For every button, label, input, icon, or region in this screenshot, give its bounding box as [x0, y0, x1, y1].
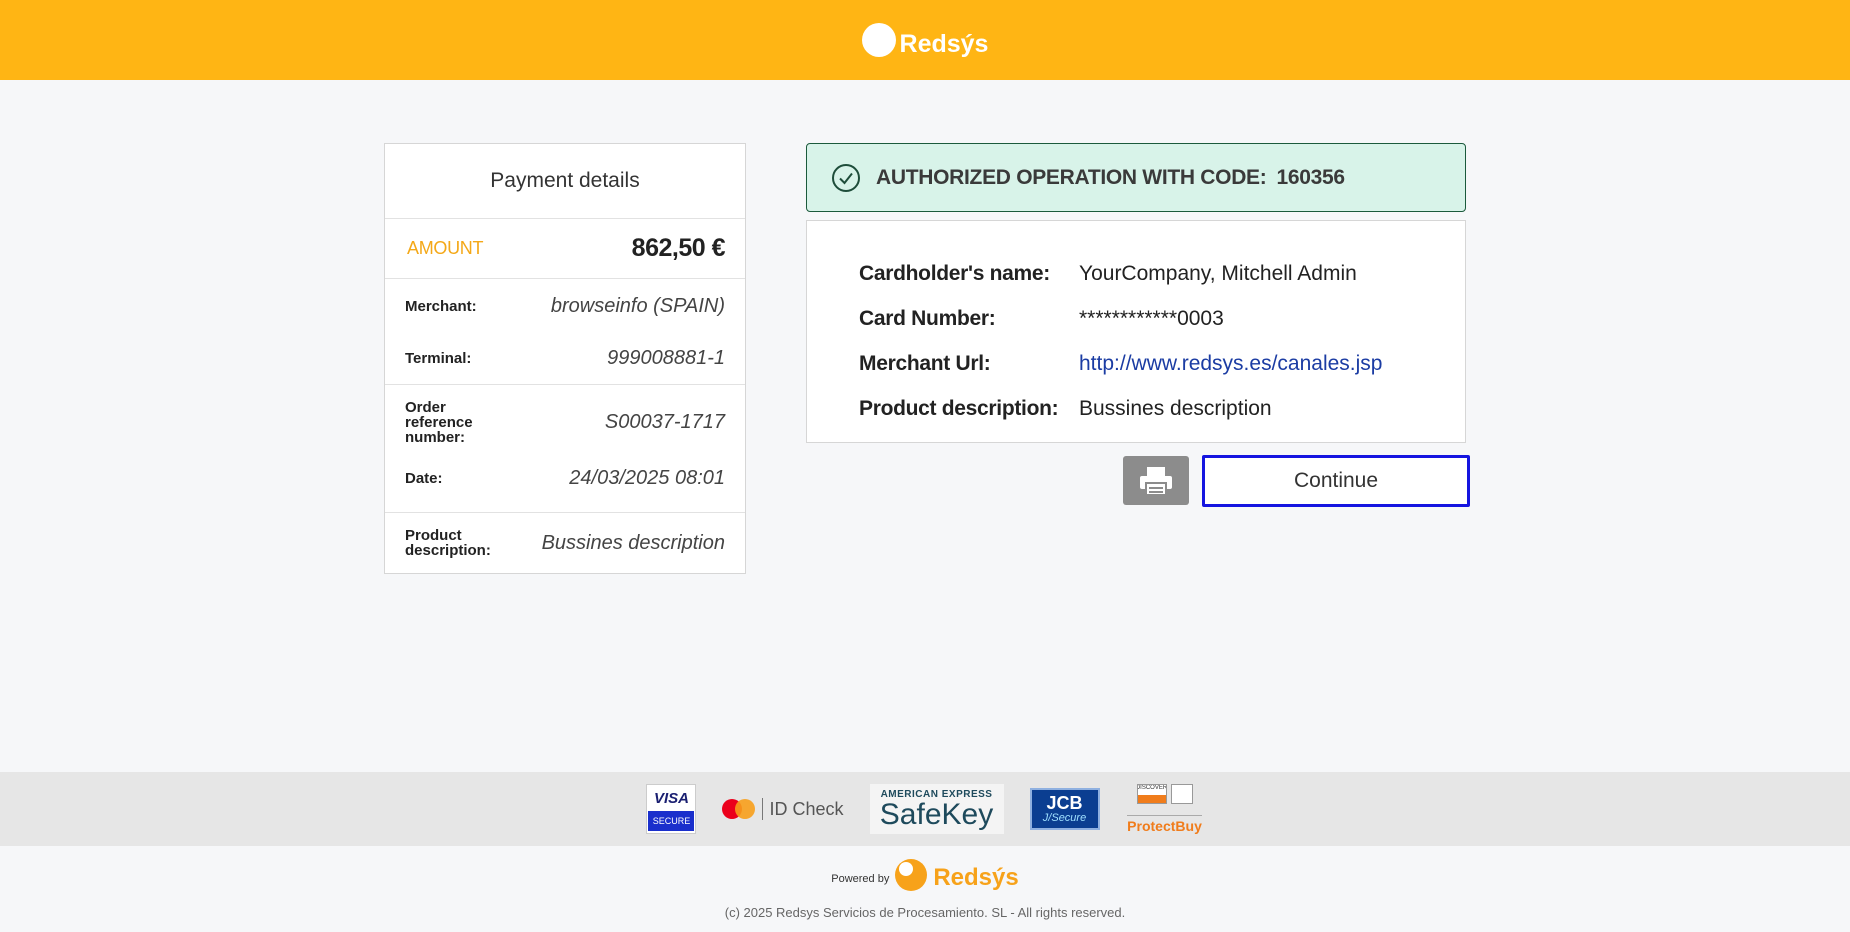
- amount-label: AMOUNT: [407, 238, 484, 258]
- order-value: S00037-1717: [604, 410, 725, 433]
- merchant-label: Merchant:: [405, 297, 477, 315]
- redsys-footer-icon: [895, 859, 928, 891]
- jcb-text: JCB: [1046, 793, 1083, 813]
- terminal-row: Terminal: 999008881-1: [405, 343, 725, 373]
- payment-details-card: Payment details AMOUNT 862,50 € Merchant…: [384, 143, 746, 574]
- card-number-label: Card Number:: [859, 306, 996, 330]
- redsys-footer-text: Redsýs: [933, 864, 1019, 891]
- info-row-product: Product description: Bussines descriptio…: [859, 386, 1465, 431]
- card-brands-bar: VISA SECURE ID Check AMERICAN EXPRESS Sa…: [0, 772, 1850, 846]
- copyright-text: (c) 2025 Redsys Servicios de Procesamien…: [724, 905, 1126, 920]
- terminal-label: Terminal:: [405, 349, 472, 367]
- date-label: Date:: [405, 469, 443, 487]
- amount-value: 862,50 €: [631, 234, 726, 262]
- product-value: Bussines description: [541, 531, 725, 554]
- powered-by-label: Powered by: [831, 873, 890, 885]
- product-description-value: Bussines description: [1079, 396, 1272, 420]
- merchant-row: Merchant: browseinfo (SPAIN): [405, 291, 725, 321]
- order-row: Order reference number: S00037-1717: [405, 399, 725, 445]
- cardholder-value: YourCompany, Mitchell Admin: [1079, 261, 1357, 285]
- redsys-logo-text: Redsýs: [899, 29, 989, 58]
- info-row-merchant-url: Merchant Url: http://www.redsys.es/canal…: [859, 341, 1465, 386]
- protectbuy-text: ProtectBuy: [1127, 815, 1202, 834]
- info-row-cardholder: Cardholder's name: YourCompany, Mitchell…: [859, 251, 1465, 296]
- discover-protectbuy-logo: DISCOVER ProtectBuy: [1126, 784, 1204, 834]
- date-value: 24/03/2025 08:01: [569, 466, 725, 489]
- diners-icon: [1170, 784, 1193, 804]
- mastercard-id-check-logo: ID Check: [722, 798, 844, 820]
- info-row-card-number: Card Number: ************0003: [859, 296, 1465, 341]
- order-group: Order reference number: S00037-1717 Date…: [385, 385, 745, 513]
- payment-details-title: Payment details: [385, 144, 745, 219]
- top-header: Redsýs: [0, 0, 1850, 80]
- visa-secure-text: SECURE: [648, 811, 695, 831]
- merchant-value: browseinfo (SPAIN): [550, 294, 725, 317]
- transaction-info-card: Cardholder's name: YourCompany, Mitchell…: [806, 220, 1466, 443]
- jcb-secure-logo: JCB J/Secure: [1029, 788, 1100, 830]
- mastercard-icon: [722, 799, 756, 819]
- cardholder-label: Cardholder's name:: [859, 261, 1050, 285]
- product-description-label: Product description:: [859, 396, 1059, 420]
- visa-logo-text: VISA: [653, 790, 689, 807]
- visa-secure-logo: VISA SECURE: [646, 784, 697, 834]
- terminal-value: 999008881-1: [607, 346, 725, 369]
- product-label: Product description:: [405, 527, 491, 559]
- order-label: Order reference number:: [405, 398, 473, 446]
- discover-icon: DISCOVER: [1136, 784, 1167, 804]
- merchant-group: Merchant: browseinfo (SPAIN) Terminal: 9…: [385, 279, 745, 385]
- id-check-text: ID Check: [769, 798, 844, 819]
- amex-safekey-logo: AMERICAN EXPRESS SafeKey: [869, 784, 1004, 834]
- product-group: Product description: Bussines descriptio…: [385, 513, 745, 571]
- authorization-message: AUTHORIZED OPERATION WITH CODE:: [876, 165, 1267, 189]
- merchant-url-link[interactable]: http://www.redsys.es/canales.jsp: [1079, 352, 1382, 376]
- amount-row: AMOUNT 862,50 €: [385, 219, 745, 279]
- authorization-banner: AUTHORIZED OPERATION WITH CODE: 160356: [806, 143, 1466, 212]
- card-number-value: ************0003: [1079, 306, 1224, 330]
- merchant-url-label: Merchant Url:: [859, 351, 991, 375]
- safekey-text: SafeKey: [879, 797, 994, 831]
- authorization-code: 160356: [1276, 165, 1345, 189]
- continue-button[interactable]: Continue: [1202, 455, 1470, 507]
- date-row: Date: 24/03/2025 08:01: [405, 463, 725, 493]
- redsys-logo-icon: [861, 23, 896, 57]
- redsys-logo: Redsýs: [861, 22, 989, 59]
- jsecure-text: J/Secure: [1042, 812, 1087, 824]
- powered-by: Powered by Redsýs: [0, 858, 1850, 892]
- check-circle-icon: [832, 163, 860, 192]
- print-button[interactable]: [1123, 456, 1189, 505]
- printer-icon: [1140, 466, 1172, 496]
- product-row: Product description: Bussines descriptio…: [405, 527, 725, 559]
